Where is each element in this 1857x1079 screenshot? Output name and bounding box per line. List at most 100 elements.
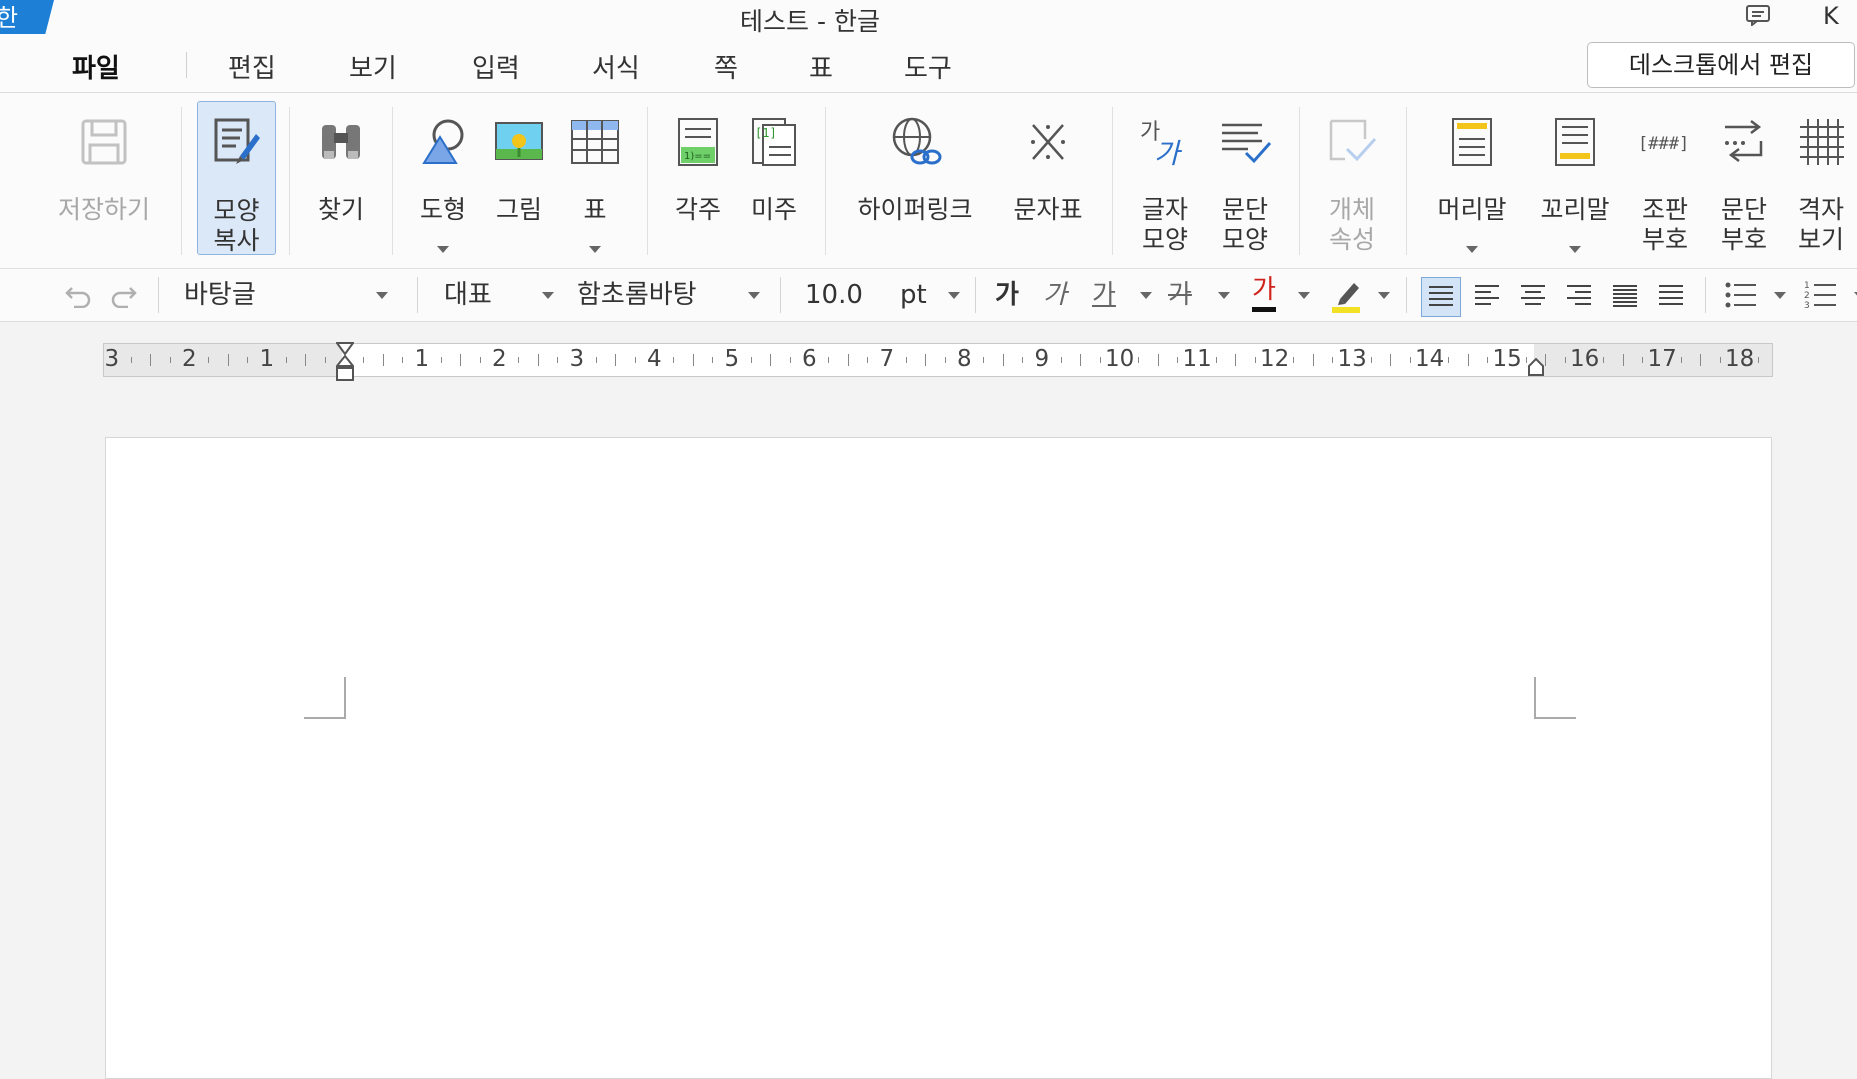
char-shape-label-line1: 글자 bbox=[1141, 195, 1188, 224]
align-distribute-button[interactable] bbox=[1606, 277, 1644, 315]
strikethrough-options-chevron[interactable] bbox=[1218, 292, 1230, 299]
font-select[interactable]: 함초롬바탕 bbox=[577, 269, 760, 321]
chevron-down-icon[interactable] bbox=[437, 246, 449, 253]
menu-view[interactable]: 보기 bbox=[349, 48, 397, 85]
para-marks-label-line2: 부호 bbox=[1720, 225, 1767, 254]
menu-table[interactable]: 표 bbox=[809, 48, 833, 85]
user-avatar[interactable]: K bbox=[1823, 2, 1839, 30]
footer-button[interactable]: 꼬리말 bbox=[1527, 101, 1623, 253]
underline-options-chevron[interactable] bbox=[1140, 292, 1152, 299]
layout-marks-button[interactable]: [###] 조판 부호 bbox=[1627, 101, 1703, 254]
picture-button[interactable]: 그림 bbox=[482, 101, 556, 253]
menu-tools[interactable]: 도구 bbox=[904, 48, 952, 85]
chevron-down-icon[interactable] bbox=[1466, 246, 1478, 253]
ruler-tick bbox=[227, 354, 229, 366]
ruler-tick bbox=[1545, 354, 1547, 366]
horizontal-ruler[interactable]: 3 2 1 1 2 3 4 5 6 7 8 9 10 11 12 13 14 15 16 17 18 bbox=[103, 342, 1773, 381]
align-split-button[interactable] bbox=[1652, 277, 1690, 315]
menu-divider bbox=[186, 52, 187, 78]
table-icon bbox=[571, 120, 619, 164]
ruler-tick bbox=[1293, 357, 1295, 363]
header-label: 머리말 bbox=[1437, 195, 1507, 224]
menu-edit[interactable]: 편집 bbox=[228, 48, 276, 85]
menu-page[interactable]: 쪽 bbox=[714, 48, 738, 85]
document-page[interactable] bbox=[105, 437, 1772, 1079]
ruler-tick bbox=[1254, 357, 1256, 363]
char-shape-button[interactable]: 가 가 글자 모양 bbox=[1125, 101, 1205, 254]
grid-view-label: 격자 보기 bbox=[1786, 195, 1856, 255]
ruler-tick bbox=[1390, 354, 1392, 366]
special-character-icon bbox=[1031, 124, 1065, 160]
object-properties-icon bbox=[1329, 119, 1377, 162]
highlight-icon[interactable] bbox=[1330, 277, 1364, 313]
align-left-button[interactable] bbox=[1468, 277, 1506, 315]
ruler-tick bbox=[1157, 354, 1159, 366]
find-button[interactable]: 찾기 bbox=[300, 101, 382, 253]
object-props-label-line2: 속성 bbox=[1328, 225, 1375, 254]
font-language-select[interactable]: 대표 bbox=[444, 269, 554, 321]
font-color-chevron[interactable] bbox=[1298, 292, 1310, 299]
para-marks-button[interactable]: 문단 부호 bbox=[1706, 101, 1782, 254]
ruler-tick bbox=[208, 357, 210, 363]
layout-marks-icon: [###] bbox=[1638, 134, 1689, 154]
binoculars-icon bbox=[322, 125, 360, 159]
comment-icon[interactable] bbox=[1745, 4, 1771, 26]
highlight-chevron[interactable] bbox=[1378, 292, 1390, 299]
format-copy-button[interactable]: 모양 복사 bbox=[197, 101, 276, 255]
align-right-button[interactable] bbox=[1560, 277, 1598, 315]
menu-insert[interactable]: 입력 bbox=[472, 48, 520, 85]
numbered-list-icon[interactable]: 1 2 3 bbox=[1804, 279, 1838, 311]
align-center-button[interactable] bbox=[1514, 277, 1552, 315]
menu-format[interactable]: 서식 bbox=[592, 48, 640, 85]
bold-button[interactable]: 가 bbox=[995, 269, 1019, 321]
find-label: 찾기 bbox=[317, 195, 364, 224]
right-indent-marker-icon[interactable] bbox=[1528, 358, 1544, 376]
charmap-button[interactable]: 문자표 bbox=[998, 101, 1098, 253]
object-properties-button[interactable]: 개체 속성 bbox=[1311, 101, 1393, 254]
ruler-tick bbox=[1487, 357, 1489, 363]
title-bar: 한 테스트 - 한글 K bbox=[0, 0, 1857, 38]
strikethrough-button[interactable]: 가 bbox=[1168, 269, 1192, 321]
table-button[interactable]: 표 bbox=[558, 101, 632, 253]
ruler-label: 13 bbox=[1337, 346, 1367, 372]
redo-icon[interactable] bbox=[110, 282, 138, 308]
toolbar-divider bbox=[417, 277, 418, 313]
grid-view-button[interactable]: 격자 보기 bbox=[1786, 101, 1856, 255]
font-value: 함초롬바탕 bbox=[577, 280, 697, 310]
font-size-input[interactable]: 10.0 bbox=[805, 269, 875, 321]
bullet-list-chevron[interactable] bbox=[1774, 292, 1786, 299]
ruler-tick bbox=[518, 357, 520, 363]
endnote-button[interactable]: [1] 미주 bbox=[737, 101, 811, 253]
shape-button[interactable]: 도형 bbox=[406, 101, 480, 253]
align-justify-button[interactable] bbox=[1421, 277, 1461, 317]
underline-button[interactable]: 가 bbox=[1092, 269, 1116, 321]
undo-icon[interactable] bbox=[64, 282, 92, 308]
hyperlink-button[interactable]: 하이퍼링크 bbox=[840, 101, 990, 253]
chevron-down-icon[interactable] bbox=[589, 246, 601, 253]
para-shape-button[interactable]: 문단 모양 bbox=[1205, 101, 1285, 254]
footnote-button[interactable]: 1)== 각주 bbox=[661, 101, 735, 253]
ruler-tick bbox=[1099, 357, 1101, 363]
bullet-list-icon[interactable] bbox=[1724, 279, 1758, 311]
style-select[interactable]: 바탕글 bbox=[184, 269, 396, 321]
ruler-label: 1 bbox=[259, 346, 275, 372]
ruler-tick bbox=[1642, 357, 1644, 363]
toolbar-divider bbox=[975, 277, 976, 313]
ruler-tick bbox=[847, 354, 849, 366]
ruler-tick bbox=[1370, 357, 1372, 363]
ruler-tick bbox=[750, 357, 752, 363]
desktop-edit-button[interactable]: 데스크톱에서 편집 bbox=[1587, 42, 1855, 88]
ruler-tick bbox=[1758, 357, 1760, 363]
menu-file[interactable]: 파일 bbox=[72, 48, 120, 85]
font-unit-select[interactable]: pt bbox=[900, 269, 960, 321]
indent-marker-icon[interactable] bbox=[336, 342, 354, 384]
italic-button[interactable]: 가 bbox=[1043, 269, 1067, 321]
header-button[interactable]: 머리말 bbox=[1424, 101, 1520, 253]
hyperlink-label: 하이퍼링크 bbox=[857, 195, 973, 224]
ruler-tick bbox=[1409, 357, 1411, 363]
save-label: 저장하기 bbox=[57, 195, 150, 224]
ruler-label: 10 bbox=[1105, 346, 1135, 372]
save-button[interactable]: 저장하기 bbox=[45, 101, 163, 253]
font-color-button[interactable]: 가 bbox=[1252, 269, 1276, 312]
chevron-down-icon[interactable] bbox=[1569, 246, 1581, 253]
